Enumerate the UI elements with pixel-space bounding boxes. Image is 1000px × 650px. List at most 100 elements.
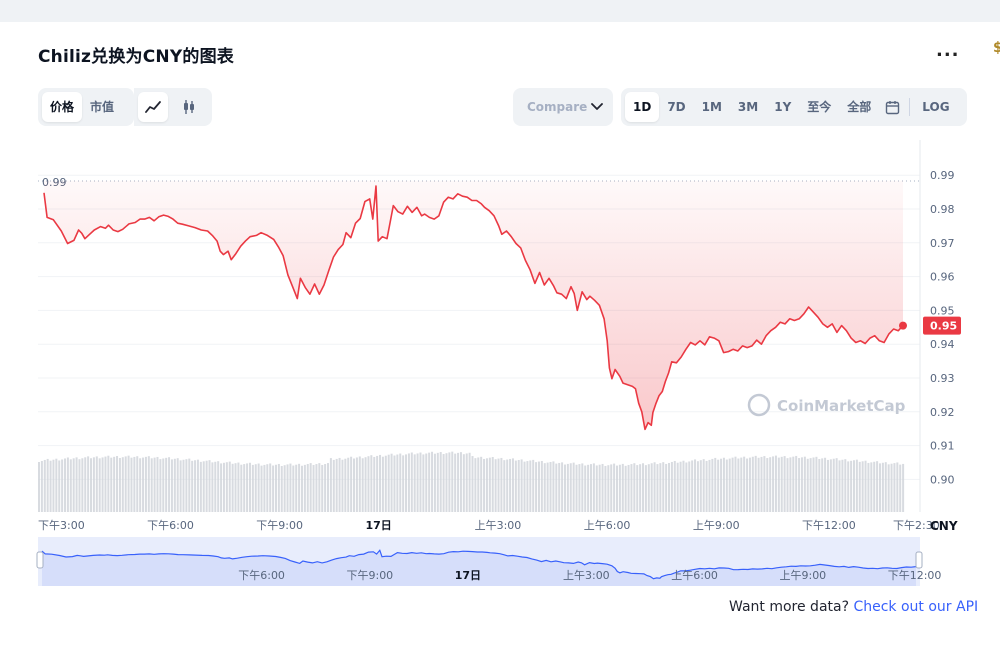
navigator-handle-left[interactable]	[36, 551, 44, 569]
volume-bar	[260, 465, 263, 512]
volume-bar	[358, 456, 361, 512]
volume-bar	[384, 455, 387, 512]
volume-bar	[442, 454, 445, 512]
volume-bar	[61, 459, 64, 512]
volume-bar	[355, 457, 358, 512]
volume-bar	[746, 458, 749, 512]
volume-bar	[208, 460, 211, 512]
volume-bar	[465, 453, 468, 512]
volume-bar	[630, 464, 633, 512]
volume-bar	[688, 461, 691, 512]
y-tick-label: 0.97	[930, 237, 955, 250]
volume-bar	[283, 465, 286, 512]
api-promo-text: Want more data?	[729, 599, 854, 615]
volume-bar	[772, 456, 775, 512]
volume-bar	[147, 456, 150, 512]
volume-bar	[760, 456, 763, 512]
volume-bar	[592, 463, 595, 512]
volume-bar	[370, 455, 373, 512]
volume-bar	[298, 463, 301, 512]
volume-bar	[873, 461, 876, 512]
volume-bar	[139, 458, 142, 512]
volume-bar	[711, 458, 714, 512]
volume-bar	[679, 461, 682, 512]
volume-bar	[581, 463, 584, 512]
volume-bar	[795, 455, 798, 512]
volume-bar	[627, 464, 630, 512]
volume-bar	[381, 456, 384, 512]
volume-bar	[188, 458, 191, 512]
volume-bar	[647, 464, 650, 512]
volume-bar	[309, 463, 312, 512]
volume-bar	[329, 458, 332, 512]
volume-bar	[43, 459, 46, 512]
volume-bar	[127, 455, 130, 512]
volume-bar	[558, 462, 561, 512]
volume-bar	[170, 459, 173, 512]
volume-bar	[809, 458, 812, 512]
volume-bar	[734, 456, 737, 512]
volume-bar	[81, 458, 84, 512]
volume-bar	[676, 462, 679, 512]
volume-bar	[488, 457, 491, 512]
x-tick-label: 上午6:00	[584, 519, 631, 532]
x-tick-label: 上午9:00	[693, 519, 740, 532]
volume-bar	[448, 452, 451, 512]
volume-bar	[800, 457, 803, 512]
volume-bar	[720, 458, 723, 512]
volume-bar	[563, 464, 566, 512]
navigator-tick-label: 上午3:00	[563, 569, 610, 582]
volume-bar	[861, 461, 864, 512]
volume-bar	[546, 462, 549, 512]
volume-bar	[621, 463, 624, 512]
volume-bar	[699, 460, 702, 512]
volume-bar	[431, 451, 434, 512]
volume-bar	[220, 463, 223, 512]
volume-bar	[350, 456, 353, 512]
volume-bar	[451, 451, 454, 512]
volume-bar	[257, 463, 260, 512]
volume-bar	[338, 457, 341, 512]
volume-bar	[618, 464, 621, 512]
volume-bar	[549, 461, 552, 512]
volume-bar	[887, 464, 890, 512]
volume-bar	[199, 461, 202, 512]
volume-bar	[393, 455, 396, 512]
volume-bar	[517, 459, 520, 512]
volume-bar	[670, 461, 673, 512]
volume-bar	[367, 456, 370, 512]
navigator-tick-label: 上午9:00	[779, 569, 826, 582]
volume-bar	[589, 464, 592, 512]
volume-bar	[295, 464, 298, 512]
volume-bar	[832, 458, 835, 512]
volume-bar	[552, 461, 555, 512]
volume-bar	[578, 464, 581, 512]
volume-bar	[682, 460, 685, 512]
volume-bar	[173, 458, 176, 512]
api-link[interactable]: Check out our API	[853, 599, 978, 615]
volume-bar	[737, 458, 740, 512]
volume-bar	[416, 453, 419, 512]
volume-bar	[728, 458, 731, 512]
y-tick-label: 0.93	[930, 372, 955, 385]
navigator-tick-label: 下午6:00	[238, 569, 285, 582]
volume-bar	[708, 459, 711, 512]
volume-bar	[289, 463, 292, 512]
navigator-handle-right[interactable]	[915, 551, 923, 569]
volume-bar	[92, 457, 95, 512]
volume-bar	[217, 461, 220, 512]
volume-bar	[757, 457, 760, 512]
volume-bar	[196, 459, 199, 512]
volume-bar	[884, 462, 887, 512]
y-tick-label: 0.92	[930, 406, 955, 419]
volume-bar	[64, 458, 67, 512]
price-chart[interactable]: 0.99 0.98 0.97 0.96 0.95 0.94 0.93 0.92 0.91 0.90…	[0, 0, 1000, 650]
volume-bar	[751, 456, 754, 512]
volume-bar	[205, 460, 208, 512]
volume-bar	[535, 462, 538, 512]
volume-bar	[419, 452, 422, 512]
volume-bar	[748, 457, 751, 512]
volume-bar	[405, 454, 408, 512]
volume-bar	[240, 464, 243, 512]
volume-bar	[471, 456, 474, 512]
